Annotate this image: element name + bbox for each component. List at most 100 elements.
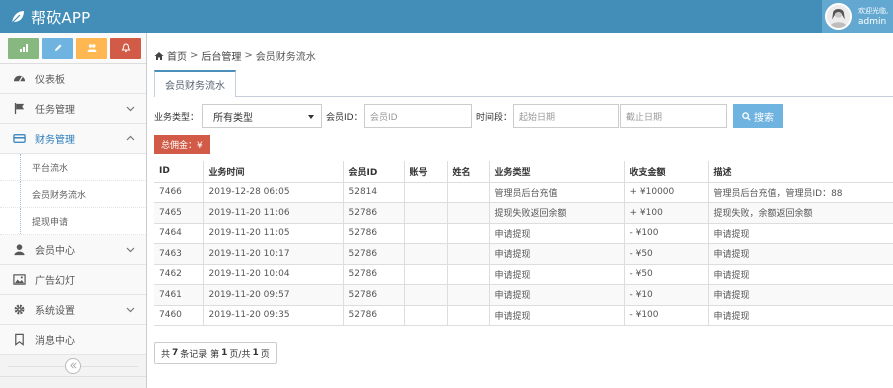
sidebar-item-finance[interactable]: 财务管理 — [0, 124, 146, 154]
table-cell: 52786 — [343, 243, 405, 265]
pagination-suffix: 页 — [260, 349, 270, 360]
table-cell: 2019-11-20 11:06 — [203, 202, 344, 224]
table-cell: 2019-11-20 09:35 — [203, 305, 344, 326]
table-cell: 7465 — [154, 202, 204, 224]
table-cell: 7460 — [154, 305, 204, 326]
finance-flow-table: ID 业务时间 会员ID 账号 姓名 业务类型 收支金额 描述 7466 2019-12-28 … — [154, 161, 893, 326]
sidebar-item-system-settings[interactable]: 系统设置 — [0, 295, 146, 325]
table-cell: 52786 — [343, 264, 405, 285]
table-cell: - ¥50 — [624, 264, 709, 285]
table-cell: 提现失败返回余额 — [489, 202, 625, 224]
sidebar-shortcuts — [0, 33, 146, 64]
app-title: 帮砍APP — [31, 8, 91, 27]
table-cell: 申请提现 — [708, 305, 893, 326]
search-icon — [742, 111, 751, 121]
table-cell: 52786 — [343, 223, 405, 244]
breadcrumb-home-link[interactable]: 首页 — [167, 48, 187, 63]
member-id-input[interactable]: 会员ID — [364, 104, 472, 128]
sidebar-subitem-platform-flow[interactable]: 平台流水 — [0, 154, 146, 181]
sidebar-subitem-member-finance-flow[interactable]: 会员财务流水 — [0, 181, 146, 208]
table-header-cell: 收支金额 — [624, 161, 709, 183]
picture-icon — [12, 274, 26, 285]
sidebar-item-ad-slides[interactable]: 广告幻灯 — [0, 265, 146, 295]
sidebar-item-label: 广告幻灯 — [35, 276, 75, 287]
sidebar-item-dashboard[interactable]: 仪表板 — [0, 64, 146, 94]
sidebar-item-tasks[interactable]: 任务管理 — [0, 94, 146, 124]
table-row[interactable]: 7465 2019-11-20 11:06 52786 提现失败返回余额 + ¥100 提… — [154, 202, 893, 224]
table-cell: 7466 — [154, 182, 204, 203]
table-row[interactable]: 7462 2019-11-20 10:04 52786 申请提现 - ¥50 申请提现 — [154, 264, 893, 285]
sidebar-item-message-center[interactable]: 消息中心 — [0, 325, 146, 355]
top-navbar: 帮砍APP 欢迎光临, admin — [0, 0, 893, 33]
table-cell — [404, 182, 448, 203]
double-chevron-left-icon — [69, 362, 77, 369]
table-cell: 52786 — [343, 202, 405, 224]
shortcut-pencil-button[interactable] — [42, 37, 73, 59]
table-cell: 2019-11-20 11:05 — [203, 223, 344, 244]
sidebar-item-member-center[interactable]: 会员中心 — [0, 235, 146, 265]
table-cell: 2019-11-20 09:57 — [203, 284, 344, 306]
users-icon — [87, 44, 96, 52]
table-cell: 7461 — [154, 284, 204, 306]
table-cell: 2019-12-28 06:05 — [203, 182, 344, 203]
table-row[interactable]: 7461 2019-11-20 09:57 52786 申请提现 - ¥10 申请提现 — [154, 284, 893, 306]
sidebar-subitem-withdraw-requests[interactable]: 提现申请 — [0, 208, 146, 235]
tab-bar: 会员财务流水 — [154, 70, 893, 97]
business-type-select[interactable]: 所有类型 — [202, 104, 322, 128]
breadcrumb-separator: > — [190, 50, 199, 61]
chevron-down-icon — [126, 247, 135, 253]
breadcrumb-admin-link[interactable]: 后台管理 — [201, 48, 241, 63]
table-cell: 52814 — [343, 182, 405, 203]
table-cell: 2019-11-20 10:17 — [203, 243, 344, 265]
table-cell — [404, 305, 448, 326]
table-cell: 7462 — [154, 264, 204, 285]
caret-down-icon — [308, 115, 314, 119]
table-row[interactable]: 7460 2019-11-20 09:35 52786 申请提现 - ¥100 申请提现 — [154, 305, 893, 326]
table-cell: + ¥100 — [624, 202, 709, 224]
brand[interactable]: 帮砍APP — [10, 6, 90, 28]
pagination-info: 共 7 条记录 第 1 页/共 1 页 — [154, 342, 277, 364]
table-cell — [447, 305, 490, 326]
table-row[interactable]: 7464 2019-11-20 11:05 52786 申请提现 - ¥100 申请提现 — [154, 223, 893, 244]
table-cell: 申请提现 — [489, 223, 625, 244]
tab-member-finance-flow[interactable]: 会员财务流水 — [154, 70, 236, 97]
member-id-label: 会员ID： — [326, 113, 363, 123]
table-row[interactable]: 7466 2019-12-28 06:05 52814 管理员后台充值 + ¥10000… — [154, 182, 893, 203]
shortcut-signal-button[interactable] — [8, 37, 39, 59]
sidebar-item-label: 仪表板 — [35, 75, 65, 86]
start-date-input[interactable]: 起始日期 — [513, 104, 619, 128]
table-cell — [404, 243, 448, 265]
collapse-sidebar-button[interactable] — [65, 357, 81, 374]
shortcut-bell-button[interactable] — [110, 37, 141, 59]
main-content: 首页 > 后台管理 > 会员财务流水 会员财务流水 业务类型： 所有类型 会员I… — [148, 33, 893, 388]
table-header-cell: 姓名 — [447, 161, 490, 183]
user-welcome: 欢迎光临, — [858, 6, 889, 15]
sidebar-item-label: 任务管理 — [35, 105, 75, 116]
sidebar-collapse-bar — [0, 355, 146, 377]
table-row[interactable]: 7463 2019-11-20 10:17 52786 申请提现 - ¥50 申请提现 — [154, 243, 893, 265]
table-cell: 52786 — [343, 305, 405, 326]
table-cell: - ¥10 — [624, 284, 709, 306]
pagination-mid2: 页/共 — [229, 349, 251, 360]
table-cell: 申请提现 — [489, 243, 625, 265]
search-button[interactable]: 搜索 — [733, 104, 783, 128]
time-range-label: 时间段： — [476, 113, 513, 123]
table-cell: + ¥10000 — [624, 182, 709, 203]
table-header-cell: 会员ID — [343, 161, 405, 183]
sidebar-item-label: 会员中心 — [35, 246, 75, 257]
table-cell — [404, 284, 448, 306]
search-button-label: 搜索 — [754, 112, 774, 124]
table-cell: 申请提现 — [708, 243, 893, 265]
shortcut-users-button[interactable] — [76, 37, 107, 59]
table-cell: - ¥100 — [624, 305, 709, 326]
pagination-total-pages: 1 — [252, 348, 259, 358]
user-icon — [13, 244, 25, 256]
table-cell: 管理员后台充值 — [489, 182, 625, 203]
user-menu[interactable]: 欢迎光临, admin — [822, 0, 893, 33]
bell-icon — [121, 43, 130, 53]
table-cell — [447, 243, 490, 265]
table-cell — [447, 223, 490, 244]
table-header-cell: 业务时间 — [203, 161, 344, 183]
end-date-input[interactable]: 截止日期 — [620, 104, 727, 128]
table-cell: 52786 — [343, 284, 405, 306]
